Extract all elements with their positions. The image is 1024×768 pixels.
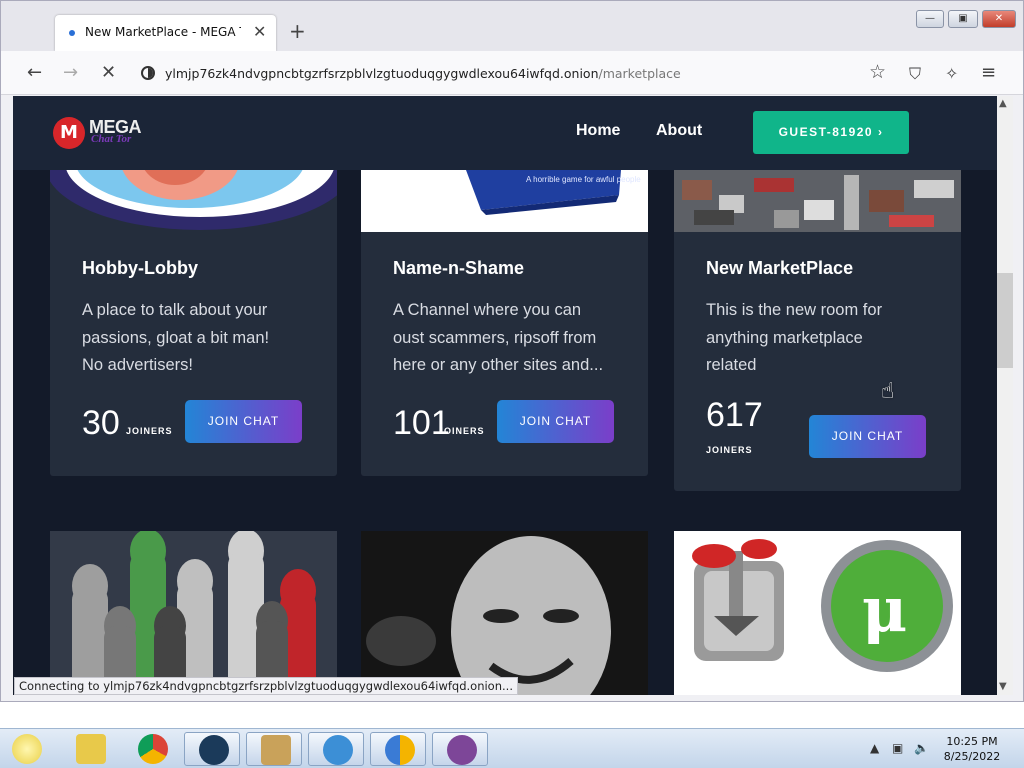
- joiners-label: JOINERS: [706, 445, 753, 455]
- taskbar: ▲ ▣ 🔈 10:25 PM 8/25/2022: [0, 728, 1024, 768]
- torrent-logos-illustration: μ: [692, 539, 953, 672]
- stop-loading-button[interactable]: ✕: [101, 63, 116, 83]
- start-button[interactable]: [4, 732, 50, 766]
- logo-mark[interactable]: M: [53, 117, 85, 149]
- chrome-icon: [138, 734, 168, 764]
- url-text[interactable]: ylmjp76zk4ndvgpncbtgzrfsrzpblvlzgtuoduqg…: [165, 66, 681, 81]
- status-bar: Connecting to ylmjp76zk4ndvgpncbtgzrfsrz…: [14, 677, 518, 695]
- taskbar-app[interactable]: [246, 732, 302, 766]
- card-image[interactable]: [674, 170, 961, 232]
- joiners-count: 30: [82, 404, 120, 442]
- guest-user-button[interactable]: GUEST-81920 ›: [753, 111, 909, 154]
- tab-title: New MarketPlace - MEGA Tor: [85, 25, 241, 39]
- menu-icon[interactable]: ≡: [981, 62, 996, 83]
- scrollbar-track[interactable]: [997, 96, 1013, 695]
- shield-icon[interactable]: ⛉: [909, 64, 921, 84]
- card-image[interactable]: [50, 170, 337, 232]
- back-button[interactable]: ←: [27, 63, 42, 83]
- joiners-label: JOINERS: [438, 426, 485, 436]
- crowd-illustration: [50, 531, 337, 695]
- taskbar-browser[interactable]: [370, 732, 426, 766]
- snail-illustration: [50, 170, 337, 230]
- join-chat-button[interactable]: JOIN CHAT: [497, 400, 614, 443]
- clock-date: 8/25/2022: [943, 750, 1001, 763]
- chat-card: New MarketPlace This is the new room for…: [674, 170, 961, 491]
- nav-bar: ← → ✕ ylmjp76zk4ndvgpncbtgzrfsrzpblvlzgt…: [1, 51, 1023, 95]
- joiners-count: 101: [393, 404, 450, 442]
- clock[interactable]: 10:25 PM 8/25/2022: [936, 734, 1008, 764]
- game-box-illustration: A horrible game for awful people: [466, 170, 641, 215]
- taskbar-steam[interactable]: [184, 732, 240, 766]
- start-icon: [12, 734, 42, 764]
- card-image-torrent[interactable]: μ: [674, 531, 961, 695]
- mu-glyph: μ: [862, 573, 907, 646]
- card-description: A Channel where you can oust scammers, ri…: [393, 301, 604, 374]
- taskbar-chrome[interactable]: [124, 732, 180, 766]
- chat-card: Hobby-Lobby A place to talk about your pa…: [50, 170, 337, 476]
- mask-illustration: [361, 531, 648, 695]
- card-image-crowd[interactable]: [50, 531, 337, 695]
- taskbar-folders[interactable]: [62, 732, 118, 766]
- card-title[interactable]: Hobby-Lobby: [82, 258, 198, 279]
- market-photo: [674, 170, 961, 232]
- nav-about[interactable]: About: [656, 122, 702, 140]
- onion-site-icon: [141, 66, 155, 80]
- chat-card: A horrible game for awful people Name-n-…: [361, 170, 648, 476]
- card-image-mask[interactable]: [361, 531, 648, 695]
- volume-icon[interactable]: 🔈: [914, 741, 929, 755]
- tab-close-icon[interactable]: ✕: [253, 22, 266, 41]
- app-icon: [261, 735, 291, 765]
- site-header: M MEGA Chat Tor Home About GUEST-81920 ›: [13, 96, 997, 170]
- new-tab-button[interactable]: +: [289, 21, 306, 41]
- taskbar-tor[interactable]: [432, 732, 488, 766]
- minimize-button[interactable]: —: [916, 10, 944, 28]
- scroll-down-icon[interactable]: ▼: [999, 681, 1007, 692]
- join-chat-button[interactable]: JOIN CHAT: [809, 415, 926, 458]
- clock-time: 10:25 PM: [946, 735, 998, 748]
- joiners-label: JOINERS: [126, 426, 173, 436]
- card-title[interactable]: Name-n-Shame: [393, 258, 524, 279]
- network-globe-icon: [323, 735, 353, 765]
- tor-icon: [447, 735, 477, 765]
- scroll-up-icon[interactable]: ▲: [999, 98, 1007, 109]
- box-caption: A horrible game for awful people: [526, 175, 641, 184]
- browser-icon: [385, 735, 415, 765]
- folder-icon: [76, 734, 106, 764]
- close-window-button[interactable]: ✕: [982, 10, 1016, 28]
- card-title[interactable]: New MarketPlace: [706, 258, 853, 279]
- tab-active[interactable]: New MarketPlace - MEGA Tor ✕: [55, 15, 276, 51]
- page-viewport: M MEGA Chat Tor Home About GUEST-81920 ›…: [13, 96, 997, 695]
- card-description: This is the new room for anything marketp…: [706, 301, 883, 374]
- hand-cursor-icon: ☝: [881, 379, 895, 404]
- tab-favicon-icon: [69, 30, 75, 36]
- joiners-count: 617: [706, 396, 763, 434]
- show-hidden-icons[interactable]: ▲: [870, 741, 879, 755]
- network-tray-icon[interactable]: ▣: [892, 741, 903, 755]
- card-description: A place to talk about your passions, gloa…: [82, 301, 270, 374]
- browser-window: New MarketPlace - MEGA Tor ✕ + — ▣ ✕ ← →…: [0, 0, 1024, 702]
- logo-subtext: Chat Tor: [91, 133, 132, 145]
- steam-icon: [199, 735, 229, 765]
- taskbar-network[interactable]: [308, 732, 364, 766]
- join-chat-button[interactable]: JOIN CHAT: [185, 400, 302, 443]
- new-identity-icon[interactable]: ✧: [945, 64, 958, 83]
- tab-bar: New MarketPlace - MEGA Tor ✕ + — ▣ ✕: [1, 1, 1023, 51]
- bookmark-star-icon[interactable]: ☆: [869, 61, 886, 83]
- forward-button[interactable]: →: [63, 63, 78, 83]
- maximize-button[interactable]: ▣: [948, 10, 978, 28]
- address-bar[interactable]: ylmjp76zk4ndvgpncbtgzrfsrzpblvlzgtuoduqg…: [135, 57, 901, 89]
- scrollbar-thumb[interactable]: [997, 273, 1013, 368]
- card-image[interactable]: A horrible game for awful people: [361, 170, 648, 232]
- nav-home[interactable]: Home: [576, 122, 620, 140]
